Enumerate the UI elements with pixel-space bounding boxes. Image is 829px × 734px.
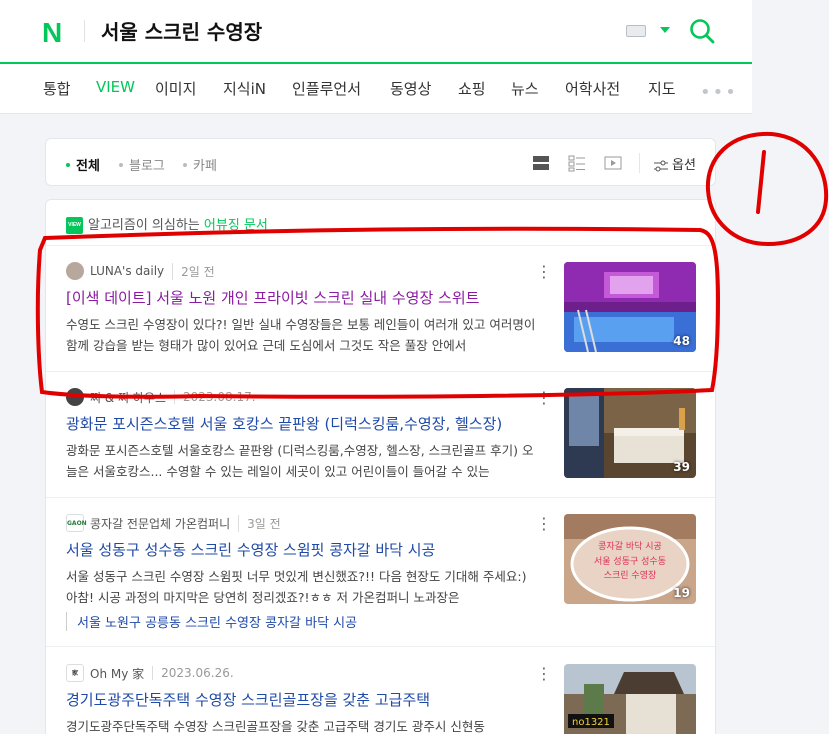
post-date: 2023.08.17.: [174, 390, 256, 404]
tab-shopping[interactable]: 쇼핑: [458, 78, 486, 99]
tab-news[interactable]: 뉴스: [511, 78, 539, 99]
tab-kin[interactable]: 지식iN: [223, 78, 266, 99]
search-query-input[interactable]: 서울 스크린 수영장: [101, 16, 262, 45]
post-meta: 찌 & 찌 하우스 2023.08.17.: [66, 388, 256, 406]
result-item: 찌 & 찌 하우스 2023.08.17. ⋮ 광화문 포시즌스호텔 서울 호캉…: [66, 388, 552, 488]
algo-notice-text: 알고리즘이 의심하는: [88, 218, 204, 233]
tab-view[interactable]: VIEW: [96, 78, 135, 96]
options-button[interactable]: 옵션: [654, 154, 696, 173]
avatar[interactable]: GAON: [66, 514, 87, 532]
house-thumbnail-image: no1321: [564, 664, 696, 734]
author-name[interactable]: Oh My 家: [90, 665, 144, 682]
caret-down-icon[interactable]: [660, 27, 670, 33]
tab-video[interactable]: 동영상: [390, 78, 431, 99]
post-meta: LUNA's daily 2일 전: [66, 262, 215, 280]
filter-all[interactable]: 전체: [66, 155, 100, 174]
dot-icon: [66, 162, 70, 167]
algorithm-notice: VIEW 알고리즘이 의심하는 어뷰징 문서: [66, 214, 268, 234]
filter-all-label: 전체: [76, 159, 100, 174]
annotation-exclamation-stroke: [756, 150, 766, 214]
tab-influencer[interactable]: 인플루언서: [292, 78, 361, 99]
options-icon: [654, 160, 668, 171]
thumbnail-tag: no1321: [572, 717, 610, 728]
author-name[interactable]: LUNA's daily: [90, 264, 164, 278]
post-title-link[interactable]: [이색 데이트] 서울 노원 개인 프라이빗 스크린 실내 수영장 스위트: [66, 287, 534, 308]
author-name[interactable]: 찌 & 찌 하우스: [90, 389, 166, 406]
post-description[interactable]: 수영도 스크린 수영장이 있다?! 일반 실내 수영장들은 보통 레인들이 여러…: [66, 314, 536, 356]
search-header: N 서울 스크린 수영장: [0, 0, 752, 62]
post-title-link[interactable]: 서울 성동구 성수동 스크린 수영장 스윔핏 콩자갈 바닥 시공: [66, 539, 534, 560]
annotation-circle: [705, 131, 829, 247]
list-view-icon[interactable]: [532, 154, 550, 172]
post-description[interactable]: 광화문 포시즌스호텔 서울호캉스 끝판왕 (디럭스킹룸,수영장, 헬스장, 스크…: [66, 440, 536, 482]
thumbnail-caption-3: 스크린 수영장: [604, 570, 657, 581]
tab-images[interactable]: 이미지: [155, 78, 196, 99]
tab-map[interactable]: 지도: [648, 78, 676, 99]
more-options-icon[interactable]: ⋮: [536, 390, 552, 406]
avatar[interactable]: [66, 262, 84, 280]
row-divider: [46, 245, 715, 246]
filter-blog-label: 블로그: [129, 159, 165, 174]
result-item: LUNA's daily 2일 전 ⋮ [이색 데이트] 서울 노원 개인 프라…: [66, 262, 552, 362]
row-divider: [46, 497, 715, 498]
post-date: 2023.06.26.: [152, 666, 234, 680]
author-name[interactable]: 콩자갈 전문업체 가온컴퍼니: [90, 515, 230, 532]
result-item: GAON 콩자갈 전문업체 가온컴퍼니 3일 전 ⋮ 서울 성동구 성수동 스크…: [66, 514, 552, 634]
search-icon[interactable]: [689, 18, 715, 44]
related-post-link[interactable]: 서울 노원구 공릉동 스크린 수영장 콩자갈 바닥 시공: [66, 612, 357, 631]
row-divider: [46, 371, 715, 372]
more-options-icon[interactable]: ⋮: [536, 516, 552, 532]
thumbnail-caption-2: 서울 성동구 성수동: [594, 556, 666, 567]
header-divider: [84, 20, 85, 42]
filter-divider: [639, 153, 640, 173]
post-title-link[interactable]: 광화문 포시즌스호텔 서울 호캉스 끝판왕 (디럭스킹룸,수영장, 헬스장): [66, 413, 534, 434]
filter-bar: 전체 블로그 카페 옵션: [45, 138, 716, 186]
thumbnail-caption-1: 콩자갈 바닥 시공: [598, 541, 662, 552]
naver-logo[interactable]: N: [42, 17, 62, 49]
filter-blog[interactable]: 블로그: [119, 155, 165, 174]
row-divider: [46, 646, 715, 647]
keyboard-icon[interactable]: [626, 25, 646, 37]
avatar[interactable]: 家: [66, 664, 84, 682]
dot-icon: [183, 162, 187, 167]
result-item: 家 Oh My 家 2023.06.26. ⋮ 경기도광주단독주택 수영장 스크…: [66, 664, 552, 734]
options-label: 옵션: [672, 158, 696, 173]
photo-count: 48: [673, 334, 690, 348]
search-tabs: 통합 VIEW 이미지 지식iN 인플루언서 동영상 쇼핑 뉴스 어학사전 지도: [0, 64, 752, 114]
view-badge-icon: VIEW: [66, 217, 83, 234]
post-thumbnail[interactable]: 콩자갈 바닥 시공 서울 성동구 성수동 스크린 수영장 19: [564, 514, 696, 604]
post-thumbnail[interactable]: 48: [564, 262, 696, 352]
video-view-icon[interactable]: [604, 154, 622, 172]
tab-integrated[interactable]: 통합: [43, 78, 71, 99]
post-meta: GAON 콩자갈 전문업체 가온컴퍼니 3일 전: [66, 514, 281, 532]
post-description[interactable]: 경기도광주단독주택 수영장 스크린골프장을 갖춘 고급주택 경기도 광주시 신현…: [66, 716, 536, 734]
filter-cafe[interactable]: 카페: [183, 155, 217, 174]
tabs-more-icon[interactable]: •••: [700, 82, 738, 103]
more-options-icon[interactable]: ⋮: [536, 264, 552, 280]
grid-view-icon[interactable]: [568, 154, 586, 172]
post-description[interactable]: 서울 성동구 스크린 수영장 스윔핏 너무 멋있게 변신했죠?!! 다음 현장도…: [66, 566, 536, 608]
post-thumbnail[interactable]: 39: [564, 388, 696, 478]
algo-notice-highlight[interactable]: 어뷰징 문서: [204, 218, 268, 233]
post-meta: 家 Oh My 家 2023.06.26.: [66, 664, 234, 682]
post-title-link[interactable]: 경기도광주단독주택 수영장 스크린골프장을 갖춘 고급주택: [66, 689, 534, 710]
tab-dictionary[interactable]: 어학사전: [565, 78, 620, 99]
photo-count: 19: [673, 586, 690, 600]
post-thumbnail[interactable]: no1321: [564, 664, 696, 734]
post-date: 3일 전: [238, 514, 281, 532]
avatar[interactable]: [66, 388, 84, 406]
more-options-icon[interactable]: ⋮: [536, 666, 552, 682]
photo-count: 39: [673, 460, 690, 474]
post-date: 2일 전: [172, 262, 215, 280]
dot-icon: [119, 162, 123, 167]
filter-cafe-label: 카페: [193, 159, 217, 174]
